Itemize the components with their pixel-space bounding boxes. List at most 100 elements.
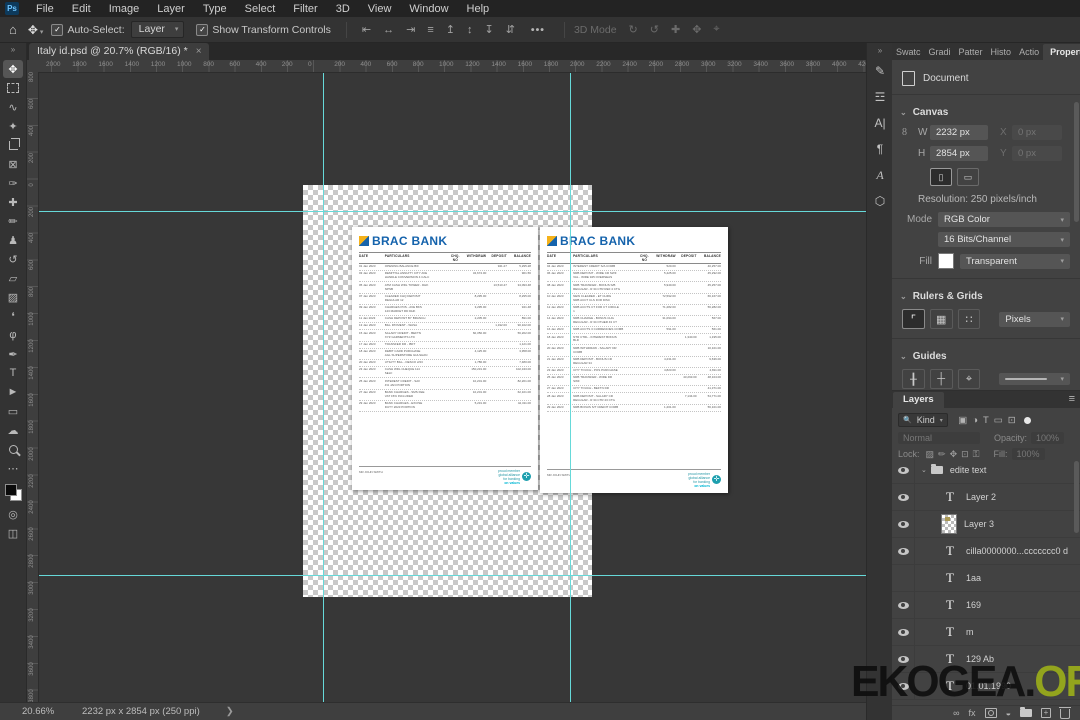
menu-view[interactable]: View — [359, 2, 401, 16]
adjustment-layer-icon[interactable]: ◒ — [1006, 708, 1011, 718]
gradient-tool[interactable]: ▨ — [3, 288, 23, 306]
guide-style-dropdown[interactable]: ▾ — [999, 373, 1070, 385]
zoom-level-field[interactable]: 20.66% — [22, 706, 82, 717]
quick-selection-tool[interactable]: ✦ — [3, 117, 23, 135]
layer-row[interactable]: Tcilla0000000...ccccccc0 d — [892, 538, 1080, 565]
type-tool[interactable]: T — [3, 364, 23, 382]
quick-mask-icon[interactable]: ◎ — [3, 505, 23, 523]
character-panel-icon[interactable]: A| — [869, 112, 891, 134]
lasso-tool[interactable]: ∿ — [3, 98, 23, 116]
new-guides-button[interactable]: ╂ — [902, 369, 925, 389]
visibility-toggle[interactable] — [892, 619, 915, 645]
layer-row[interactable]: T Layer 2 — [892, 484, 1080, 511]
dodge-tool[interactable]: φ — [3, 326, 23, 344]
layer-filter-dropdown[interactable]: 🔍 Kind ▾ — [898, 413, 948, 427]
visibility-toggle[interactable] — [892, 484, 915, 510]
canvas-section-header[interactable]: ⌄ Canvas — [892, 101, 1080, 123]
layer-row[interactable]: T 169 — [892, 592, 1080, 619]
menu-image[interactable]: Image — [100, 2, 149, 16]
layers-panel-menu-icon[interactable]: ≡ — [1069, 393, 1080, 408]
move-tool-options-icon[interactable]: ✥ — [28, 23, 38, 37]
distribute-horizontal-icon[interactable]: ⇵ — [500, 23, 521, 36]
3d-pan-icon[interactable]: ✚ — [665, 23, 686, 36]
zoom-tool[interactable] — [3, 440, 23, 458]
filter-adjustment-layers-icon[interactable]: ◑ — [970, 415, 981, 426]
panel-tab-histo[interactable]: Histo — [987, 44, 1016, 60]
menu-layer[interactable]: Layer — [148, 2, 194, 16]
edit-toolbar-icon[interactable]: ⋯ — [3, 459, 23, 477]
status-options-icon[interactable]: ❯ — [226, 706, 234, 717]
panel-tab-properties[interactable]: Properties — [1043, 44, 1080, 60]
shape-tool[interactable]: ▭ — [3, 402, 23, 420]
brushes-panel-icon[interactable]: ✎ — [869, 60, 891, 82]
eyedropper-tool[interactable]: ✑ — [3, 174, 23, 192]
bit-depth-dropdown[interactable]: 16 Bits/Channel ▾ — [938, 232, 1070, 247]
blur-tool[interactable]: ❛ — [3, 307, 23, 325]
horizontal-ruler[interactable]: 2000 1800 1600 1400 1200 1000 800 600 400 200 0 200… — [26, 60, 866, 73]
brush-settings-panel-icon[interactable]: ☲ — [869, 86, 891, 108]
move-tool[interactable]: ✥ — [3, 60, 23, 78]
3d-panel-icon[interactable]: ⬡ — [869, 190, 891, 212]
units-dropdown[interactable]: Pixels ▾ — [999, 311, 1070, 327]
panel-tab-patter[interactable]: Patter — [955, 44, 987, 60]
panel-tab-swatc[interactable]: Swatc — [892, 44, 925, 60]
distribute-bottom-icon[interactable]: ↧ — [478, 23, 499, 36]
align-left-edges-icon[interactable]: ⇤ — [356, 23, 377, 36]
visibility-toggle[interactable] — [892, 538, 915, 564]
3d-camera-icon[interactable]: ⌖ — [707, 23, 725, 36]
photoshop-logo-icon[interactable]: Ps — [5, 2, 19, 15]
menu-help[interactable]: Help — [458, 2, 499, 16]
orientation-landscape-button[interactable]: ▭ — [957, 168, 979, 186]
link-dimensions-icon[interactable]: 8 — [902, 127, 918, 138]
add-mask-icon[interactable] — [984, 708, 997, 718]
filter-shape-layers-icon[interactable]: ▭ — [991, 415, 1005, 426]
orientation-portrait-button[interactable]: ▯ — [930, 168, 952, 186]
menu-edit[interactable]: Edit — [63, 2, 100, 16]
menu-type[interactable]: Type — [194, 2, 236, 16]
height-field[interactable]: 2854 px — [930, 146, 988, 161]
menu-file[interactable]: File — [27, 2, 63, 16]
visibility-toggle[interactable] — [892, 457, 915, 483]
auto-select-target-dropdown[interactable]: Layer ▾ — [130, 21, 185, 38]
filter-pixel-layers-icon[interactable]: ▣ — [956, 415, 970, 426]
toggle-rulers-button[interactable]: ⌜ — [902, 309, 925, 329]
rulers-grids-section-header[interactable]: ⌄ Rulers & Grids — [892, 285, 1080, 307]
align-horizontal-centers-icon[interactable]: ↔ — [377, 24, 400, 36]
menu-3d[interactable]: 3D — [327, 2, 359, 16]
home-icon[interactable]: ⌂ — [9, 22, 17, 37]
panel-tab-gradi[interactable]: Gradi — [925, 44, 955, 60]
pen-tool[interactable]: ✒ — [3, 345, 23, 363]
3d-slide-icon[interactable]: ✥ — [686, 23, 707, 36]
guides-section-header[interactable]: ⌄ Guides — [892, 345, 1080, 367]
align-top-edges-icon[interactable]: ≡ — [421, 24, 439, 36]
eraser-tool[interactable]: ▱ — [3, 269, 23, 287]
show-transform-checkbox[interactable]: ✓ — [196, 23, 209, 36]
canvas-viewport[interactable]: BRAC BANK DATE PARTICULARS CHQ. NO WITHDRAW D… — [39, 72, 866, 703]
menu-filter[interactable]: Filter — [284, 2, 326, 16]
new-layer-icon[interactable]: + — [1041, 708, 1051, 718]
menu-select[interactable]: Select — [236, 2, 285, 16]
align-right-edges-icon[interactable]: ⇥ — [400, 23, 421, 36]
hand-tool[interactable]: ☁ — [3, 421, 23, 439]
toggle-grid-button[interactable]: ▦ — [929, 309, 953, 329]
visibility-toggle[interactable] — [892, 565, 915, 591]
toggle-snap-button[interactable]: ∷ — [957, 309, 981, 329]
width-field[interactable]: 2232 px — [930, 125, 988, 140]
expand-panels-icon[interactable]: » — [869, 44, 891, 56]
menu-window[interactable]: Window — [400, 2, 457, 16]
glyphs-panel-icon[interactable]: A — [869, 164, 891, 186]
3d-roll-icon[interactable]: ↺ — [644, 23, 665, 36]
clear-guides-button[interactable]: ⌖ — [957, 369, 981, 389]
distribute-vertical-icon[interactable]: ↕ — [461, 24, 479, 36]
auto-select-checkbox[interactable]: ✓ — [51, 23, 64, 36]
new-group-icon[interactable] — [1020, 707, 1032, 717]
visibility-toggle[interactable] — [892, 511, 915, 537]
fill-swatch[interactable] — [938, 253, 954, 269]
layer-row[interactable]: Layer 3 — [892, 511, 1080, 538]
color-mode-dropdown[interactable]: RGB Color ▾ — [938, 212, 1070, 227]
marquee-tool[interactable] — [3, 79, 23, 97]
healing-brush-tool[interactable]: ✚ — [3, 193, 23, 211]
filter-type-layers-icon[interactable]: T — [980, 415, 991, 426]
filter-smart-objects-icon[interactable]: ⊡ — [1005, 415, 1018, 426]
fill-dropdown[interactable]: Transparent ▾ — [960, 253, 1070, 269]
